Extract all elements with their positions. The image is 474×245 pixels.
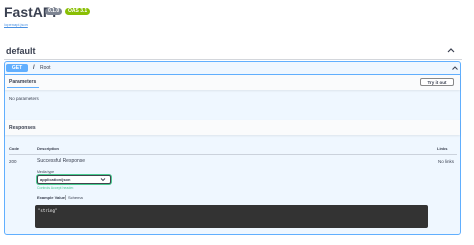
- response-links: No links: [438, 159, 455, 164]
- oas-badge: OAS 3.1: [65, 8, 91, 15]
- parameters-header: [5, 75, 460, 90]
- media-type-label: Media type: [37, 170, 55, 174]
- chevron-up-icon[interactable]: [446, 45, 456, 55]
- no-parameters-text: No parameters: [9, 96, 39, 101]
- tab-schema[interactable]: Schema: [68, 195, 83, 200]
- example-code-block: [35, 205, 428, 228]
- tab-example-value[interactable]: Example Value: [37, 195, 65, 200]
- operation-path: /: [33, 65, 35, 71]
- parameters-tab-underline: [7, 87, 39, 88]
- chevron-up-icon[interactable]: [451, 64, 459, 72]
- responses-header: [5, 120, 460, 135]
- try-it-out-button[interactable]: Try it out: [420, 78, 454, 86]
- method-badge-get: GET: [6, 64, 28, 72]
- responses-title: Responses: [9, 125, 36, 131]
- response-description: Successful Response: [37, 158, 86, 164]
- section-title-default[interactable]: default: [6, 46, 36, 56]
- tab-separator: [65, 195, 66, 200]
- column-header-description: Description: [37, 146, 60, 151]
- table-header-divider: [9, 154, 457, 155]
- media-type-value: application/json: [40, 177, 71, 182]
- chevron-down-icon: [100, 178, 106, 182]
- column-header-links: Links: [437, 146, 448, 151]
- example-code-text: "string": [38, 208, 58, 213]
- operation-summary[interactable]: [5, 62, 461, 74]
- openapi-json-link[interactable]: /openapi.json: [4, 22, 28, 27]
- media-type-hint: Controls Accept header.: [37, 186, 75, 190]
- column-header-code: Code: [9, 146, 19, 151]
- version-badge: 0.1.0: [45, 8, 63, 15]
- parameters-title: Parameters: [9, 79, 37, 85]
- operation-description: Root: [40, 65, 51, 71]
- section-divider: [4, 59, 462, 60]
- response-code: 200: [9, 159, 17, 164]
